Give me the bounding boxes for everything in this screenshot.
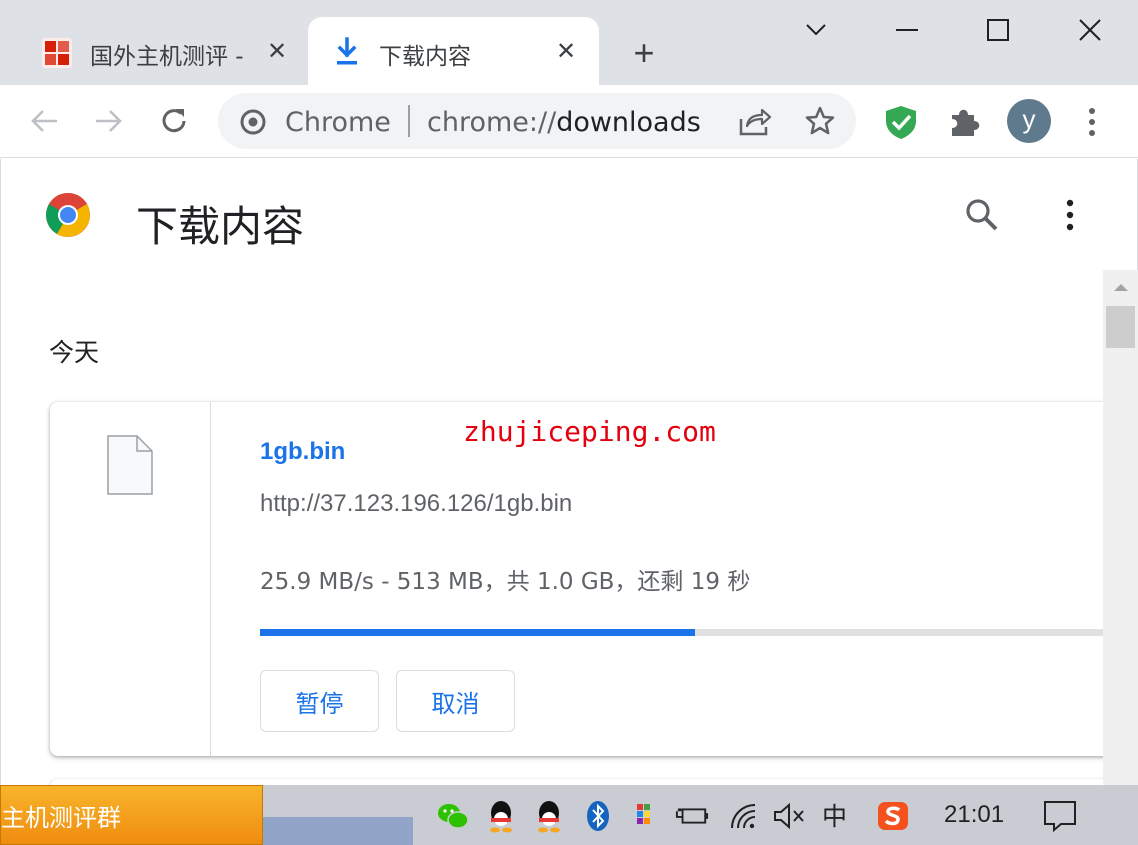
scroll-thumb[interactable]: [1106, 306, 1135, 348]
qq-icon[interactable]: [484, 799, 518, 833]
watermark-text: zhujiceping.com: [463, 415, 716, 448]
tab-search-icon[interactable]: [794, 10, 838, 50]
file-url-link[interactable]: http://37.123.196.126/1gb.bin: [260, 490, 572, 518]
bluetooth-icon[interactable]: [581, 799, 615, 833]
notification-icon[interactable]: [1043, 799, 1077, 833]
date-heading: 今天: [49, 338, 100, 367]
new-tab-button[interactable]: +: [626, 35, 662, 71]
volume-muted-icon[interactable]: [772, 799, 806, 833]
progress-bar-fill: [260, 629, 695, 636]
taskbar: 主机测评群 中 21:01: [0, 785, 1138, 845]
shield-extension-icon[interactable]: [882, 103, 920, 141]
clock[interactable]: 21:01: [944, 801, 1004, 829]
site-favicon-icon: [40, 37, 74, 69]
url-path: downloads: [556, 107, 701, 138]
tab-title: 下载内容: [379, 44, 471, 70]
file-icon: [107, 435, 153, 495]
tab-close-icon[interactable]: ✕: [262, 36, 292, 66]
chrome-logo-icon: [240, 109, 266, 135]
scroll-up-arrow-icon[interactable]: [1103, 270, 1138, 304]
color-grid-icon[interactable]: [629, 799, 663, 833]
omnibox-separator: [408, 105, 410, 137]
reload-button[interactable]: [154, 101, 194, 141]
tab-strip: 国外主机测评 - ✕ 下载内容 ✕ +: [0, 0, 1138, 85]
taskbar-app-label: 主机测评群: [1, 803, 121, 832]
qq-icon[interactable]: [532, 799, 566, 833]
taskbar-app-button[interactable]: 主机测评群: [0, 785, 263, 845]
profile-initial: y: [1022, 104, 1036, 134]
taskbar-blue-item[interactable]: [263, 817, 413, 845]
profile-avatar[interactable]: y: [1007, 99, 1051, 143]
tab-close-icon[interactable]: ✕: [551, 36, 581, 66]
tab-zhujiceping[interactable]: 国外主机测评 - ✕: [18, 17, 308, 85]
maximize-icon[interactable]: [976, 10, 1020, 50]
close-icon[interactable]: [1068, 10, 1112, 50]
card-divider: [210, 402, 211, 756]
extensions-puzzle-icon[interactable]: [948, 105, 982, 139]
download-item-card: 1gb.bin http://37.123.196.126/1gb.bin 25…: [50, 402, 1130, 756]
battery-plug-icon[interactable]: [675, 799, 709, 833]
url-prefix: chrome://: [427, 107, 557, 138]
progress-bar: [260, 629, 1130, 636]
share-icon[interactable]: [738, 105, 772, 137]
omnibox-scheme-label: Chrome: [285, 107, 391, 138]
cancel-button[interactable]: 取消: [396, 670, 515, 732]
more-options-icon[interactable]: [1059, 197, 1081, 235]
tab-downloads[interactable]: 下载内容 ✕: [308, 17, 599, 85]
chrome-logo-icon: [44, 191, 92, 239]
toolbar: Chrome chrome://downloads y: [0, 85, 1138, 158]
forward-button[interactable]: [88, 101, 128, 141]
ime-indicator[interactable]: 中: [822, 797, 847, 833]
wechat-icon[interactable]: [436, 799, 470, 833]
back-button[interactable]: [25, 101, 65, 141]
search-icon[interactable]: [964, 197, 1000, 233]
download-status: 25.9 MB/s - 513 MB，共 1.0 GB，还剩 19 秒: [260, 569, 751, 595]
pause-button[interactable]: 暂停: [260, 670, 379, 732]
page-title: 下载内容: [136, 202, 305, 251]
wifi-icon[interactable]: [728, 799, 762, 833]
menu-kebab-icon[interactable]: [1080, 105, 1104, 139]
address-bar[interactable]: Chrome chrome://downloads: [218, 93, 856, 149]
downloads-page: 下载内容 今天 1gb.bin http://37.123.196.126/1g…: [0, 159, 1138, 785]
file-name-link[interactable]: 1gb.bin: [260, 438, 345, 466]
sogou-input-icon[interactable]: [876, 799, 910, 833]
download-icon: [334, 37, 360, 67]
bookmark-star-icon[interactable]: [804, 105, 836, 137]
minimize-icon[interactable]: [885, 10, 929, 50]
page-scrollbar[interactable]: [1103, 270, 1138, 785]
omnibox-url: chrome://downloads: [427, 107, 701, 138]
tab-title: 国外主机测评 -: [90, 44, 244, 70]
